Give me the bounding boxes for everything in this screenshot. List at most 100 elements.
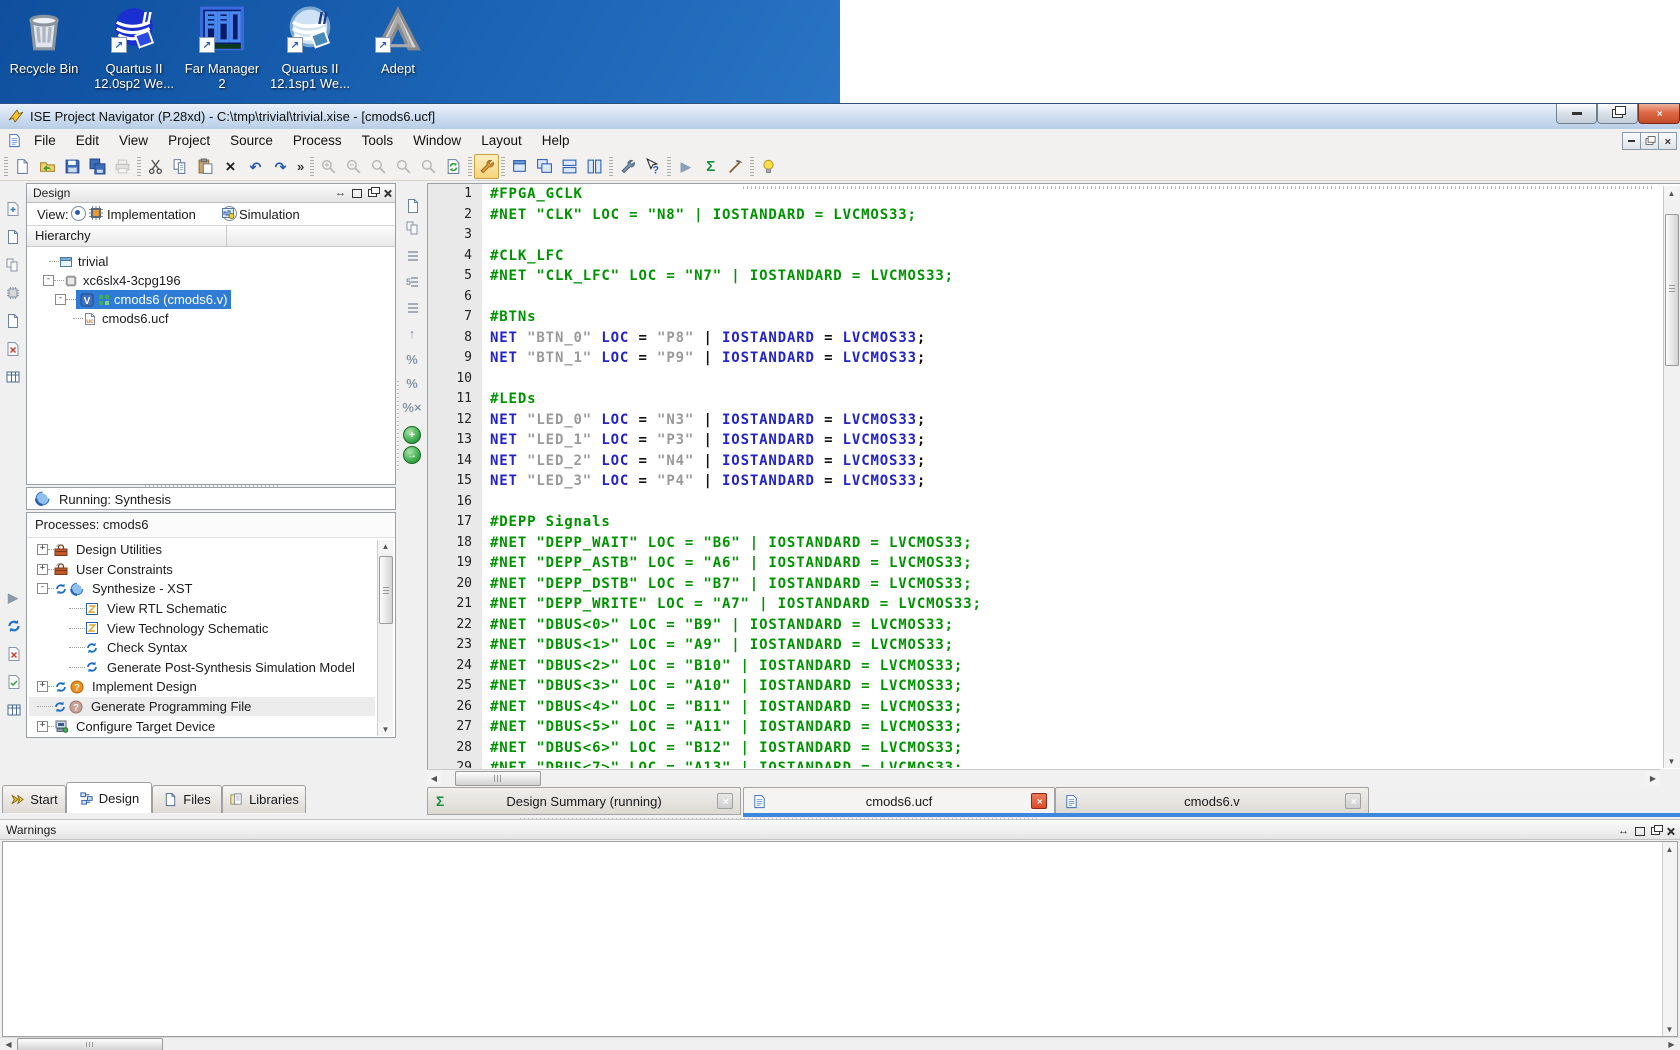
code-line[interactable]: 22 #NET "DBUS<0>" LOC = "B9" | IOSTANDARD…: [428, 617, 1653, 638]
close-panel-icon[interactable]: [383, 189, 391, 197]
scroll-left-icon[interactable]: ◀: [427, 771, 441, 785]
scroll-down-icon[interactable]: ▼: [378, 723, 393, 736]
undo-button[interactable]: ↶: [243, 154, 268, 179]
design-panel-header[interactable]: Design ↔: [27, 184, 395, 203]
code-line[interactable]: 12 NET "LED_0" LOC = "N3" | IOSTANDARD = …: [428, 412, 1653, 433]
bottom-hscrollbar[interactable]: ◀ ▶: [0, 1037, 1680, 1050]
process-implement-design[interactable]: +? Implement Design: [29, 677, 375, 697]
zoom-in-button[interactable]: [316, 154, 341, 179]
toolbar-group-handle[interactable]: [750, 156, 755, 177]
warnings-vscrollbar[interactable]: ▲ ▼: [1662, 842, 1677, 1036]
desktop-icon-quartus-ii-12-1[interactable]: II ↗ Quartus II 12.1sp1 We...: [264, 3, 356, 91]
warnings-content[interactable]: ▲ ▼: [2, 841, 1678, 1037]
menu-help[interactable]: Help: [532, 129, 580, 152]
desktop-icon-recycle-bin[interactable]: Recycle Bin: [6, 3, 82, 76]
tab-cmods6-v[interactable]: cmods6.v: [1055, 787, 1369, 815]
process-design-utilities[interactable]: + Design Utilities: [29, 540, 375, 560]
code-line[interactable]: 26 #NET "DBUS<4>" LOC = "B11" | IOSTANDAR…: [428, 699, 1653, 720]
hierarchy-header[interactable]: Hierarchy: [27, 225, 395, 247]
code-line[interactable]: 10: [428, 371, 1653, 392]
clear-highlight-button[interactable]: %×: [402, 397, 422, 417]
toolbar-group-handle[interactable]: [609, 156, 614, 177]
scroll-up-icon[interactable]: ▲: [1664, 186, 1679, 200]
match-brace-button[interactable]: %: [402, 349, 422, 369]
next-view-button[interactable]: [402, 217, 422, 237]
rerun-all-button[interactable]: [3, 671, 23, 691]
close-tab-button[interactable]: [1345, 793, 1361, 809]
tab-files[interactable]: Files: [152, 785, 222, 813]
code-line[interactable]: 11 #LEDs: [428, 391, 1653, 412]
warnings-panel-header[interactable]: Warnings ↔: [0, 819, 1680, 840]
float-panel-icon[interactable]: ↔: [335, 187, 346, 199]
desktop-icon-quartus-ii-12-0[interactable]: II ↗ Quartus II 12.0sp2 We...: [90, 3, 178, 91]
expand-icon[interactable]: +: [37, 720, 48, 732]
expand-icon[interactable]: +: [37, 563, 48, 575]
code-line[interactable]: 15 NET "LED_3" LOC = "P4" | IOSTANDARD = …: [428, 473, 1653, 494]
toolbar-group-handle[interactable]: [468, 156, 473, 177]
code-line[interactable]: 9 NET "BTN_1" LOC = "P9" | IOSTANDARD = L…: [428, 350, 1653, 371]
cascade-windows-button[interactable]: [532, 154, 557, 179]
word-wrap-button[interactable]: [402, 297, 422, 317]
code-line[interactable]: 19 #NET "DEPP_ASTB" LOC = "A6" | IOSTANDA…: [428, 555, 1653, 576]
mdi-minimize-button[interactable]: [1622, 132, 1641, 150]
editor-hscrollbar[interactable]: ◀ ▶: [427, 769, 1660, 786]
code-line[interactable]: 3: [428, 227, 1653, 248]
close-button[interactable]: [1638, 104, 1680, 124]
menu-process[interactable]: Process: [283, 129, 352, 152]
minimize-button[interactable]: [1556, 104, 1597, 124]
code-line[interactable]: 28 #NET "DBUS<6>" LOC = "B12" | IOSTANDAR…: [428, 740, 1653, 761]
next-annotation-button[interactable]: +: [402, 425, 422, 445]
toolbar-overflow-chevron[interactable]: »: [293, 159, 308, 174]
toolbar-group-handle[interactable]: [4, 156, 8, 177]
code-line[interactable]: 21 #NET "DEPP_WRITE" LOC = "A7" | IOSTAND…: [428, 596, 1653, 617]
code-line[interactable]: 1 #FPGA_GCLK: [428, 186, 1653, 207]
code-line[interactable]: 23 #NET "DBUS<1>" LOC = "A9" | IOSTANDARD…: [428, 637, 1653, 658]
code-line[interactable]: 6: [428, 289, 1653, 310]
code-line[interactable]: 24 #NET "DBUS<2>" LOC = "B10" | IOSTANDAR…: [428, 658, 1653, 679]
menu-layout[interactable]: Layout: [471, 129, 532, 152]
tile-vertically-button[interactable]: [582, 154, 607, 179]
collapse-icon[interactable]: -: [43, 275, 54, 286]
editor-hscrollbar-thumb[interactable]: [455, 771, 541, 786]
toggle-line-numbers-button[interactable]: [402, 245, 422, 265]
desktop-icon-far-manager-2[interactable]: ↗ Far Manager 2: [178, 3, 266, 91]
code-line[interactable]: 17 #DEPP Signals: [428, 514, 1653, 535]
new-file-button[interactable]: [10, 154, 35, 179]
new-window-button[interactable]: [507, 154, 532, 179]
close-tab-button[interactable]: [1031, 793, 1047, 809]
add-copy-of-source-button[interactable]: [3, 255, 23, 275]
collapse-icon[interactable]: -: [55, 294, 66, 305]
code-content[interactable]: 1 #FPGA_GCLK 2 #NET "CLK" LOC = "N8" | IOST…: [428, 186, 1653, 768]
bottom-hscrollbar-thumb[interactable]: [17, 1038, 163, 1050]
process-generate-programming-file[interactable]: ? Generate Programming File: [29, 696, 375, 717]
close-tab-button[interactable]: [717, 793, 733, 809]
toolbar-group-handle[interactable]: [667, 156, 672, 177]
close-panel-icon[interactable]: [1666, 827, 1674, 835]
snapshot-button[interactable]: [723, 154, 748, 179]
editor-vscrollbar-thumb[interactable]: [1665, 214, 1679, 366]
hierarchy-item-cmods6-ucf[interactable]: uc cmods6.ucf: [27, 309, 395, 328]
save-all-button[interactable]: [85, 154, 110, 179]
redo-button[interactable]: ↷: [268, 154, 293, 179]
expand-icon[interactable]: +: [37, 681, 48, 693]
hierarchy-column-divider[interactable]: [226, 226, 227, 246]
mdi-restore-button[interactable]: [1640, 132, 1659, 150]
collapse-icon[interactable]: -: [37, 583, 48, 595]
hierarchy-item-cmods6-cmods6-v-[interactable]: - Vcmods6 (cmods6.v): [27, 290, 395, 309]
select-to-brace-button[interactable]: %: [402, 373, 422, 393]
processes-scrollbar-thumb[interactable]: [379, 556, 393, 624]
process-user-constraints[interactable]: + User Constraints: [29, 560, 375, 580]
maximize-panel-icon[interactable]: [1635, 826, 1645, 836]
processes-scrollbar[interactable]: ▲ ▼: [377, 540, 393, 736]
code-line[interactable]: 4 #CLK_LFC: [428, 248, 1653, 269]
menu-edit[interactable]: Edit: [66, 129, 109, 152]
maximize-panel-icon[interactable]: [352, 188, 362, 198]
restore-panel-icon[interactable]: [368, 187, 380, 197]
toolbar-group-handle[interactable]: [310, 156, 315, 177]
process-columns-button[interactable]: [3, 699, 23, 719]
menu-tools[interactable]: Tools: [352, 129, 404, 152]
goto-line-button[interactable]: 5: [402, 271, 422, 291]
open-design-button[interactable]: [3, 311, 23, 331]
code-line[interactable]: 8 NET "BTN_0" LOC = "P8" | IOSTANDARD = L…: [428, 330, 1653, 351]
context-help-button[interactable]: ?: [640, 154, 665, 179]
